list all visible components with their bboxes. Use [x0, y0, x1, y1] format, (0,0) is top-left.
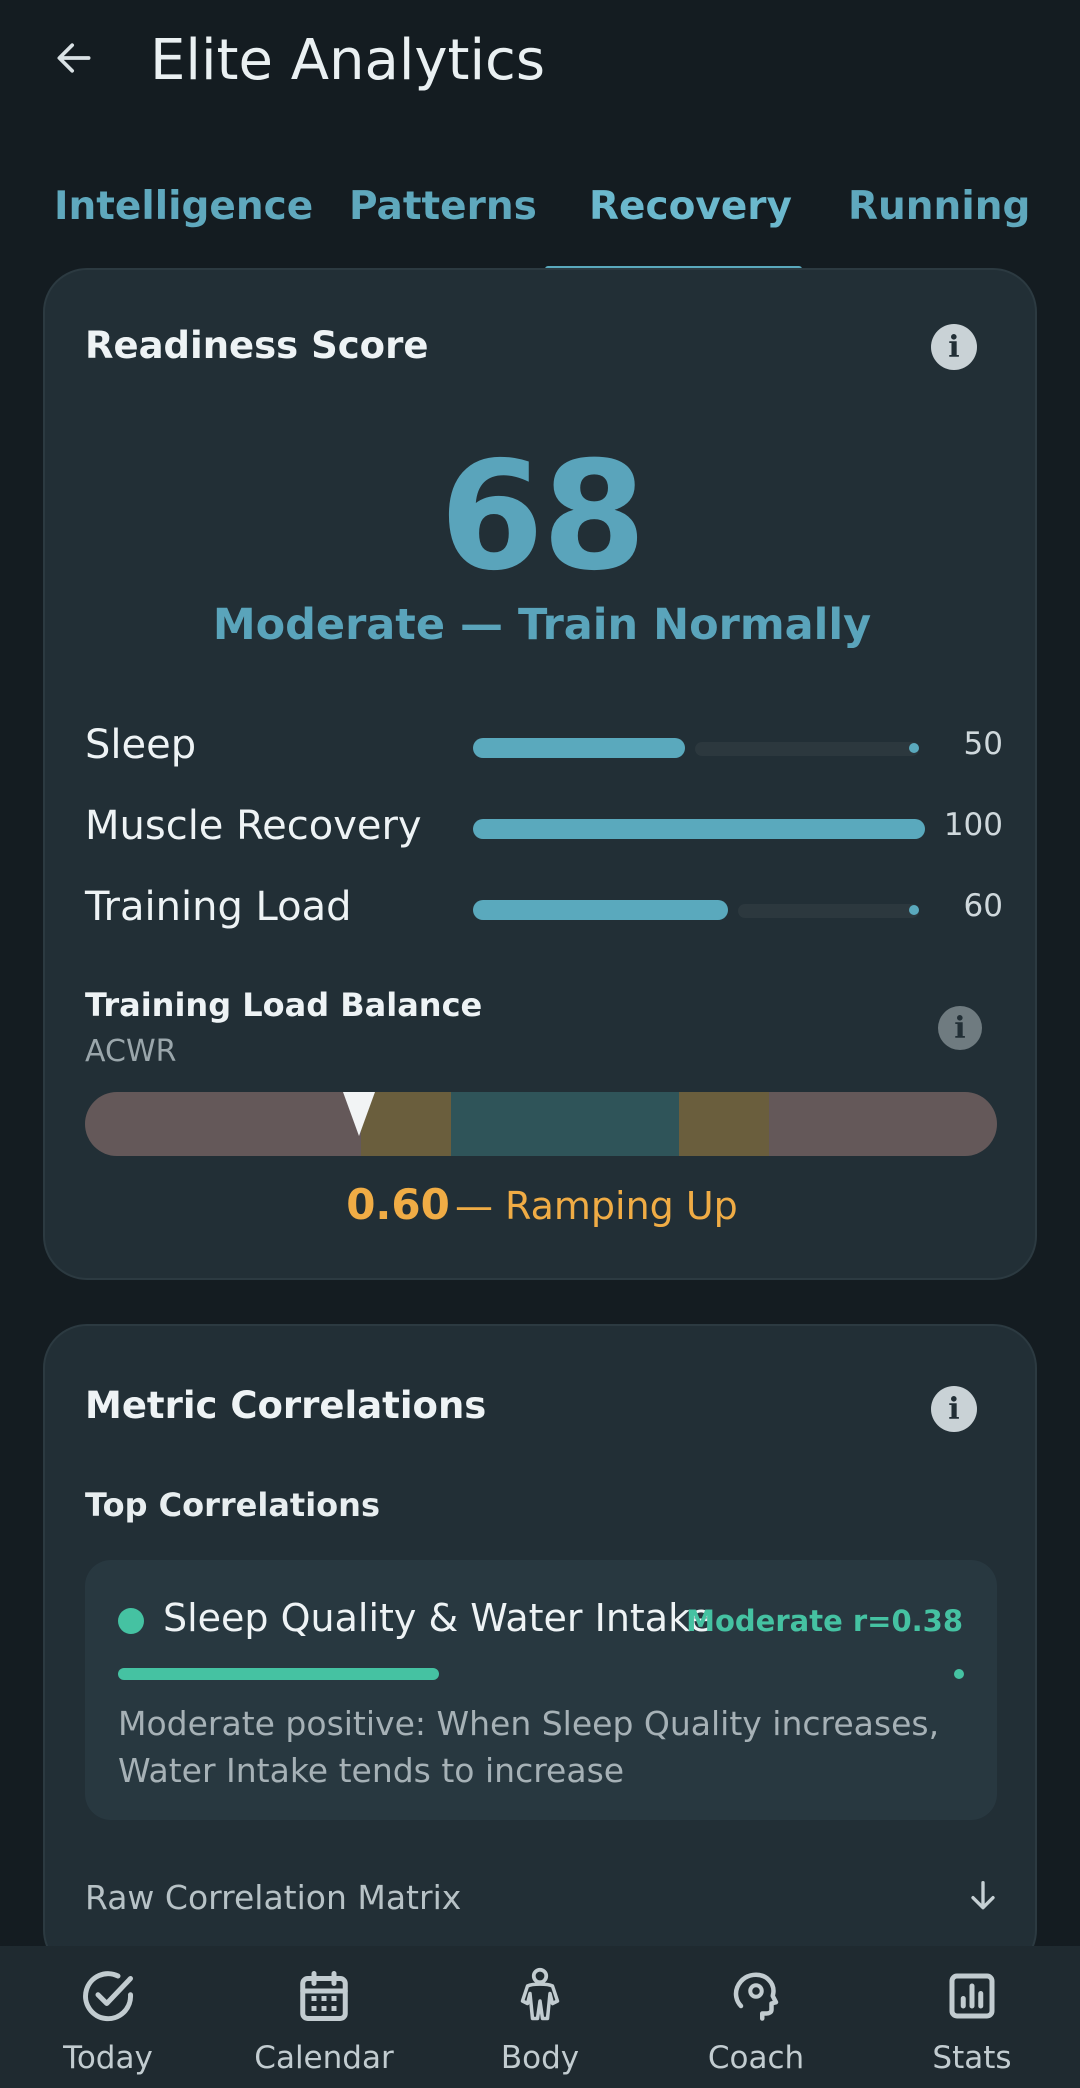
raw-correlation-matrix-toggle[interactable]: Raw Correlation Matrix — [85, 1874, 1003, 1924]
correlation-description: Moderate positive: When Sleep Quality in… — [118, 1704, 940, 1790]
acwr-status: — Ramping Up — [454, 1184, 738, 1228]
readiness-title: Readiness Score — [85, 324, 429, 367]
nav-stats[interactable]: Stats — [864, 1946, 1080, 2088]
back-button[interactable] — [46, 30, 102, 86]
nav-label: Body — [500, 2040, 580, 2076]
readiness-card: Readiness Score i 68 Moderate — Train No… — [43, 268, 1037, 1280]
readiness-info-icon[interactable]: i — [931, 324, 977, 370]
correlation-bar — [118, 1668, 964, 1680]
top-correlations-heading: Top Correlations — [85, 1486, 380, 1524]
nav-body[interactable]: Body — [432, 1946, 648, 2088]
nav-label: Coach — [707, 2040, 805, 2076]
correlation-item[interactable]: Sleep Quality & Water Intake Moderate r=… — [85, 1560, 997, 1820]
metric-value: 60 — [963, 888, 1003, 924]
acwr-value: 0.60 — [346, 1180, 450, 1229]
tab-bar: Intelligence Patterns Recovery Running — [0, 170, 1080, 274]
nav-label: Calendar — [254, 2040, 394, 2076]
correlation-bar-fill — [118, 1668, 439, 1680]
correlations-info-icon[interactable]: i — [931, 1386, 977, 1432]
nav-label: Today — [63, 2040, 153, 2076]
metric-name: Muscle Recovery — [85, 803, 422, 849]
correlations-card: Metric Correlations i Top Correlations S… — [43, 1324, 1037, 1974]
arrow-down-icon — [971, 1881, 995, 1910]
metric-bar-end-dot — [909, 743, 919, 753]
metric-row-muscle-recovery: Muscle Recovery 100 — [85, 803, 1003, 853]
metric-name: Training Load — [85, 884, 352, 930]
metric-row-sleep: Sleep 50 — [85, 722, 1003, 772]
metric-bar-fill — [473, 819, 925, 839]
acwr-info-icon[interactable]: i — [938, 1006, 982, 1050]
coach-head-icon — [733, 1972, 779, 2021]
acwr-marker — [342, 1092, 375, 1136]
body-icon — [520, 1967, 560, 2021]
nav-calendar[interactable]: Calendar — [216, 1946, 432, 2088]
acwr-zone-bar — [85, 1092, 997, 1156]
raw-matrix-label: Raw Correlation Matrix — [85, 1878, 462, 1917]
readiness-status: Moderate — Train Normally — [212, 600, 872, 650]
metric-bar — [473, 819, 925, 839]
correlations-title: Metric Correlations — [85, 1384, 487, 1427]
metric-bar — [473, 900, 925, 920]
acwr-subtitle: ACWR — [85, 1034, 177, 1069]
acwr-title: Training Load Balance — [85, 986, 483, 1024]
acwr-readout: 0.60 — Ramping Up — [45, 1180, 1039, 1229]
nav-coach[interactable]: Coach — [648, 1946, 864, 2088]
metric-name: Sleep — [85, 722, 197, 768]
nav-label: Stats — [932, 2040, 1012, 2076]
check-circle-icon — [83, 1971, 134, 2022]
calendar-icon — [300, 1971, 348, 2021]
correlation-indicator-dot — [118, 1608, 144, 1634]
correlation-strength: Moderate r=0.38 — [686, 1604, 963, 1638]
correlation-name: Sleep Quality & Water Intake — [163, 1596, 713, 1640]
tab-intelligence[interactable]: Intelligence — [54, 184, 313, 229]
readiness-score: 68 — [439, 430, 647, 604]
acwr-zone-low — [85, 1092, 361, 1156]
acwr-zone-caution-high — [679, 1092, 769, 1156]
metric-value: 100 — [943, 807, 1003, 843]
arrow-left-icon — [57, 43, 91, 73]
acwr-zone-optimal — [451, 1092, 679, 1156]
metric-row-training-load: Training Load 60 — [85, 884, 1003, 934]
stats-icon — [949, 1973, 995, 2019]
page-title: Elite Analytics — [150, 28, 546, 93]
tab-recovery[interactable]: Recovery — [589, 184, 792, 229]
bottom-navigation: Today Calendar Body Coach Stats — [0, 1946, 1080, 2088]
top-app-bar: Elite Analytics — [0, 0, 1080, 130]
metric-bar-fill — [473, 738, 685, 758]
metric-bar-fill — [473, 900, 728, 920]
metric-value: 50 — [963, 726, 1003, 762]
metric-bar — [473, 738, 925, 758]
nav-today[interactable]: Today — [0, 1946, 216, 2088]
tab-running[interactable]: Running — [848, 184, 1030, 229]
tab-patterns[interactable]: Patterns — [349, 184, 537, 229]
acwr-zone-high — [769, 1092, 997, 1156]
metric-bar-track — [695, 742, 919, 756]
metric-bar-end-dot — [909, 905, 919, 915]
metric-bar-track — [738, 904, 919, 918]
correlation-bar-end-dot — [954, 1669, 964, 1679]
